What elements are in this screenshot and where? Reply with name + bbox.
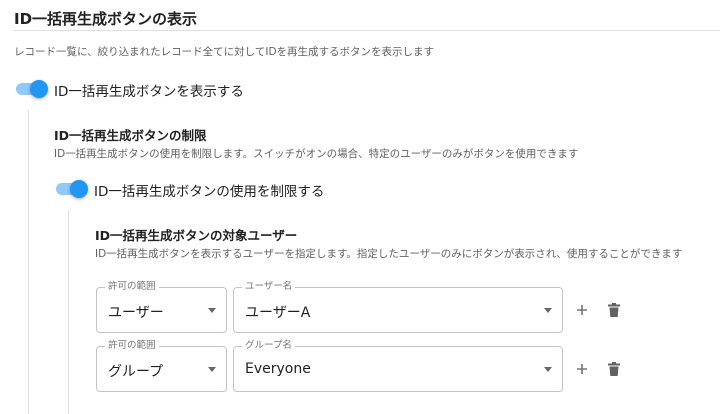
section-title: ID一括再生成ボタンの表示 — [14, 10, 198, 28]
indent-line-inner — [68, 210, 69, 414]
trash-icon — [608, 303, 620, 317]
chevron-down-icon — [544, 308, 552, 313]
section-divider — [14, 30, 720, 31]
chevron-down-icon — [208, 308, 216, 313]
target-users-description: ID一括再生成ボタンを表示するユーザーを指定します。指定したユーザーのみにボタン… — [95, 248, 683, 260]
permission-scope-value: ユーザー — [108, 305, 164, 321]
permission-scope-legend: 許可の範囲 — [105, 281, 159, 293]
chevron-down-icon — [544, 367, 552, 372]
permission-scope-value: グループ — [108, 364, 164, 380]
plus-icon — [577, 364, 587, 374]
delete-row-button[interactable] — [605, 301, 623, 319]
group-name-select[interactable]: グループ名 Everyone — [233, 340, 563, 392]
user-name-legend: ユーザー名 — [242, 281, 296, 293]
section-description: レコード一覧に、絞り込まれたレコード全てに対してIDを再生成するボタンを表示しま… — [14, 46, 435, 58]
toggle-thumb — [30, 80, 48, 98]
permission-scope-legend: 許可の範囲 — [105, 340, 159, 352]
delete-row-button[interactable] — [605, 360, 623, 378]
restriction-description: ID一括再生成ボタンの使用を制限します。スイッチがオンの場合、特定のユーザーのみ… — [54, 148, 579, 160]
chevron-down-icon — [208, 367, 216, 372]
permission-scope-select[interactable]: 許可の範囲 グループ — [96, 340, 227, 392]
show-button-toggle[interactable] — [16, 80, 48, 98]
restrict-usage-toggle-label[interactable]: ID一括再生成ボタンの使用を制限する — [94, 180, 324, 200]
group-name-legend: グループ名 — [242, 340, 295, 352]
add-row-button[interactable] — [573, 301, 591, 319]
trash-icon — [608, 362, 620, 376]
target-users-title: ID一括再生成ボタンの対象ユーザー — [95, 228, 298, 243]
show-button-toggle-label[interactable]: ID一括再生成ボタンを表示する — [54, 80, 244, 100]
toggle-thumb — [70, 180, 88, 198]
group-name-value: Everyone — [245, 361, 311, 377]
restriction-title: ID一括再生成ボタンの制限 — [54, 128, 207, 143]
indent-line-outer — [28, 110, 29, 414]
add-row-button[interactable] — [573, 360, 591, 378]
plus-icon — [577, 305, 587, 315]
restrict-usage-toggle[interactable] — [56, 180, 88, 198]
permission-scope-select[interactable]: 許可の範囲 ユーザー — [96, 281, 227, 333]
user-name-value: ユーザーA — [245, 305, 311, 321]
user-name-select[interactable]: ユーザー名 ユーザーA — [233, 281, 563, 333]
